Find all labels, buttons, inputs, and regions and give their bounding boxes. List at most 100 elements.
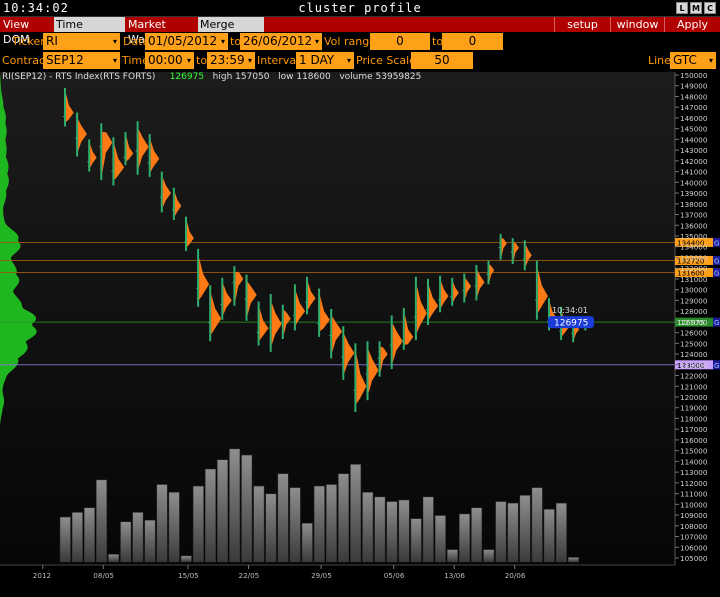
- date-to-value: 26/06/2012: [243, 34, 313, 48]
- time-to-label: to: [196, 54, 208, 67]
- price-tick-label: 110000: [680, 500, 708, 509]
- volume-bar: [83, 507, 95, 563]
- price-tick-label: 134000: [680, 243, 708, 252]
- price-tick-label: 146000: [680, 114, 708, 123]
- setup-button[interactable]: setup: [554, 17, 610, 32]
- window-button-l[interactable]: L: [676, 2, 688, 14]
- volume-bar: [241, 454, 253, 563]
- window-buttons: L M C: [676, 2, 716, 14]
- line-value: GTC: [673, 53, 697, 67]
- tab-view-dom[interactable]: View DOM: [1, 17, 53, 46]
- price-tick-label: 138000: [680, 200, 708, 209]
- date-to-input[interactable]: 26/06/2012 ▾: [240, 33, 322, 50]
- volume-bar: [471, 507, 483, 563]
- low-label: low: [278, 72, 294, 82]
- level-flag-letter: G: [714, 319, 719, 327]
- tab-market-watch[interactable]: Market Watch: [126, 17, 197, 46]
- price-tick-label: 119000: [680, 404, 708, 413]
- volume-bar: [543, 509, 555, 563]
- ticker-label: Ticker: [12, 35, 45, 48]
- price-tick-label: 142000: [680, 157, 708, 166]
- volume-bar: [531, 487, 543, 563]
- volume-bar: [446, 549, 458, 563]
- apply-button[interactable]: Apply: [664, 17, 720, 32]
- time-tick-label: 2012: [33, 571, 51, 580]
- time-to-input[interactable]: 23:59 ▾: [207, 52, 255, 69]
- ticker-select[interactable]: RI ▾: [43, 33, 120, 50]
- volume-bar: [168, 492, 180, 563]
- volume-bar: [398, 499, 410, 563]
- price-tick-label: 121000: [680, 382, 708, 391]
- chevron-down-icon: ▾: [112, 37, 117, 46]
- time-tick-label: 05/06: [384, 571, 405, 580]
- price-tick-label: 150000: [680, 72, 708, 80]
- volume-label: volume: [339, 72, 373, 82]
- tab-time-interval[interactable]: Time Interval: [54, 17, 125, 46]
- volume-bar: [483, 549, 495, 563]
- volume-bar: [325, 484, 337, 563]
- volume-bar: [434, 515, 446, 563]
- price-axis-ticks: 150000 149000148000 147000 146000 1450001440…: [675, 72, 708, 563]
- volume-bar: [156, 484, 168, 563]
- line-label: Line: [648, 54, 671, 67]
- instrument-info: RI(SEP12) - RTS Index(RTS FORTS) 126975 …: [2, 72, 421, 82]
- price-scale-value: 50: [434, 53, 450, 67]
- price-tick-label: 111000: [680, 490, 708, 499]
- price-tick-label: 113000: [680, 468, 708, 477]
- time-tick-label: 20/06: [505, 571, 526, 580]
- date-from-value: 01/05/2012: [148, 34, 218, 48]
- window-button-m[interactable]: M: [690, 2, 702, 14]
- price-tick-label: 131000: [680, 275, 708, 284]
- last-price-time: 10:34:01: [552, 306, 588, 315]
- price-tick-label: 116000: [680, 436, 708, 445]
- price-tick-label: 149000: [680, 82, 708, 91]
- volume-bar: [71, 512, 83, 563]
- time-tick-label: 08/05: [93, 571, 114, 580]
- vol-to-input[interactable]: 0: [442, 33, 503, 50]
- price-tick-label: 148000: [680, 92, 708, 101]
- vol-from-input[interactable]: 0: [370, 33, 430, 50]
- price-tick-label: 106000: [680, 543, 708, 552]
- contract-select[interactable]: SEP12 ▾: [43, 52, 120, 69]
- time-axis-ticks: 2012 08/05 15/05 22/05 29/05 05/06 13/06 20/06: [33, 565, 526, 580]
- volume-bar: [313, 485, 325, 563]
- volume-bar: [120, 521, 132, 563]
- price-scale-input[interactable]: 50: [411, 52, 473, 69]
- volume-bar: [192, 485, 204, 563]
- vol-range-label: Vol range: [324, 35, 376, 48]
- volume-bar: [180, 555, 192, 563]
- volume-bar: [519, 495, 531, 563]
- line-select[interactable]: GTC ▾: [670, 52, 716, 69]
- level-flag-letter: G: [714, 269, 719, 277]
- window-title: cluster profile: [298, 1, 422, 15]
- tab-merge-contr[interactable]: Merge Contr: [198, 17, 264, 46]
- interval-select[interactable]: 1 DAY ▾: [296, 52, 354, 69]
- price-tick-label: 139000: [680, 189, 708, 198]
- time-from-input[interactable]: 00:00 ▾: [145, 52, 194, 69]
- time-tick-label: 13/06: [444, 571, 465, 580]
- price-tick-label: 143000: [680, 146, 708, 155]
- window-button[interactable]: window: [610, 17, 664, 32]
- volume-bar: [217, 459, 229, 563]
- last-price-value: 126975: [554, 319, 588, 329]
- low-value: 118600: [296, 72, 331, 82]
- price-tick-label: 120000: [680, 393, 708, 402]
- price-tick-label: 122000: [680, 372, 708, 381]
- volume-bar: [132, 512, 144, 563]
- time-tick-label: 15/05: [178, 571, 199, 580]
- date-from-input[interactable]: 01/05/2012 ▾: [145, 33, 228, 50]
- chevron-down-icon: ▾: [112, 56, 117, 65]
- instrument-name: RI(SEP12) - RTS Index(RTS FORTS): [2, 72, 156, 82]
- price-tick-label: 124000: [680, 350, 708, 359]
- price-tick-label: 108000: [680, 522, 708, 531]
- window-button-c[interactable]: C: [704, 2, 716, 14]
- price-tick-label: 130000: [680, 286, 708, 295]
- volume-bar: [96, 479, 108, 563]
- time-tick-label: 29/05: [311, 571, 332, 580]
- chevron-down-icon: ▾: [247, 56, 252, 65]
- volume-bar: [410, 518, 422, 563]
- cluster-profile-chart[interactable]: 134400 G132720 G131600 G126975 G123000 G 1500…: [0, 72, 720, 597]
- price-tick-label: 128000: [680, 307, 708, 316]
- menu-bar: View DOM Time Interval Market Watch Merg…: [0, 17, 720, 46]
- time-tick-label: 22/05: [239, 571, 260, 580]
